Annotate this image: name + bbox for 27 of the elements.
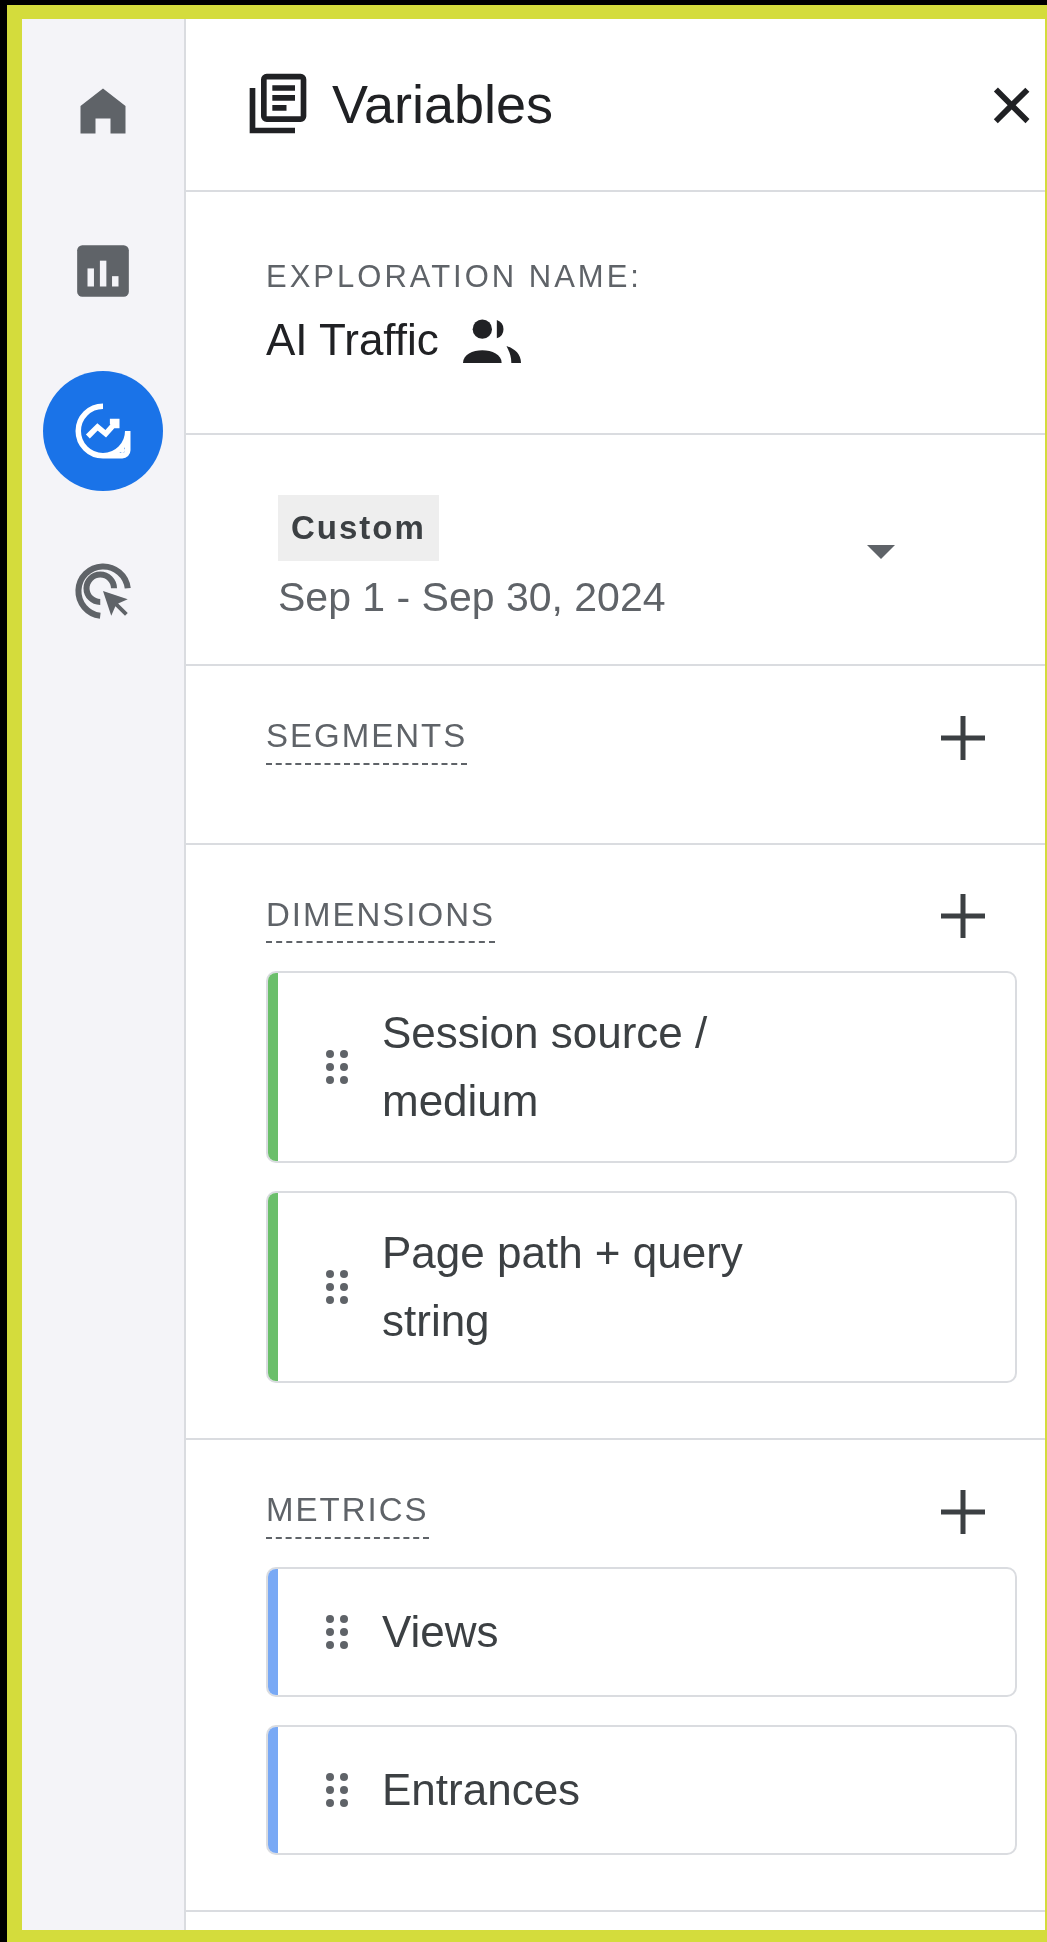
add-icon[interactable]: [939, 892, 987, 941]
drag-handle-icon[interactable]: [326, 1049, 348, 1085]
variable-chip[interactable]: Entrances: [266, 1724, 1017, 1855]
variable-chip[interactable]: Page path + query string: [266, 1191, 1017, 1383]
date-range-value: Sep 1 - Sep 30, 2024: [278, 572, 666, 622]
add-icon[interactable]: [939, 713, 987, 762]
exploration-label: EXPLORATION NAME:: [266, 258, 643, 296]
exploration-name: AI Traffic: [266, 313, 439, 366]
drag-handle-icon[interactable]: [326, 1269, 348, 1305]
section-title[interactable]: METRICS: [266, 1485, 429, 1539]
preset-chip: Custom: [278, 495, 439, 561]
close-button[interactable]: ×: [988, 64, 1035, 145]
variable-label: Views: [382, 1605, 500, 1658]
variable-label: Session source / medium: [382, 1007, 709, 1127]
dropdown-caret-icon: [867, 545, 895, 559]
drag-handle-icon[interactable]: [326, 1771, 348, 1808]
section-title[interactable]: SEGMENTS: [266, 711, 468, 765]
people-icon: [462, 316, 521, 363]
variable-chip[interactable]: Session source / medium: [266, 971, 1017, 1163]
variable-label: Page path + query string: [382, 1227, 744, 1347]
drag-handle-icon[interactable]: [326, 1613, 348, 1650]
add-icon[interactable]: [939, 1487, 987, 1536]
date-range-selector[interactable]: Custom Sep 1 - Sep 30, 2024: [186, 435, 1045, 666]
section-title[interactable]: DIMENSIONS: [266, 889, 496, 943]
panel-title: Variables: [332, 73, 554, 136]
variable-label: Entrances: [382, 1763, 582, 1816]
variable-chip[interactable]: Views: [266, 1566, 1017, 1697]
